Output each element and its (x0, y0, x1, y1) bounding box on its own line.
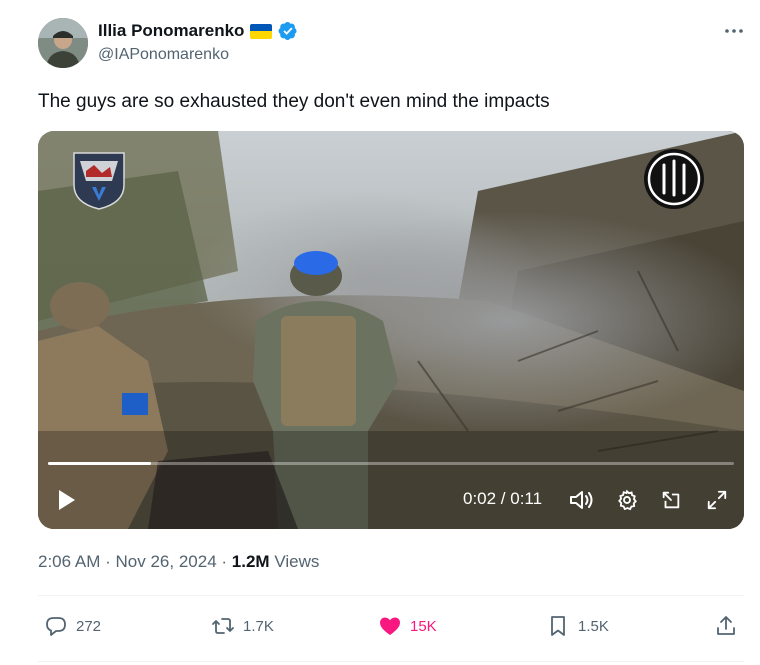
volume-button[interactable] (568, 485, 596, 515)
reply-button[interactable]: 272 (44, 612, 101, 640)
reply-count: 272 (76, 617, 102, 635)
play-icon (59, 490, 75, 510)
tweet-text: The guys are so exhausted they don't eve… (38, 91, 550, 112)
author-handle[interactable]: @IAPonomarenko (98, 46, 229, 64)
repost-button[interactable]: 1.7K (211, 612, 274, 640)
fullscreen-icon (707, 490, 727, 510)
author-name-row: Illia Ponomarenko (98, 20, 298, 42)
heart-filled-icon (380, 617, 400, 635)
share-icon (717, 616, 735, 635)
tweet-time[interactable]: 2:06 AM (38, 552, 100, 571)
repost-count: 1.7K (243, 617, 274, 635)
reply-icon (46, 617, 66, 636)
meta-separator: · (221, 552, 228, 571)
tweet-meta: 2:06 AM · Nov 26, 2024 · 1.2M Views (38, 552, 319, 572)
views-count: 1.2M (231, 552, 270, 571)
divider (38, 661, 744, 662)
video-time: 0:02 / 0:11 (463, 489, 543, 508)
author-display-name[interactable]: Illia Ponomarenko (98, 21, 244, 41)
settings-button[interactable] (614, 485, 640, 515)
more-options-button[interactable] (720, 20, 748, 42)
like-button[interactable]: 15K (378, 612, 437, 640)
tweet: Illia Ponomarenko @IAPonomarenko The guy… (0, 0, 760, 665)
meta-separator: · (105, 552, 111, 571)
video-progress-bar[interactable] (48, 462, 734, 465)
views-label: Views (274, 552, 320, 571)
fullscreen-button[interactable] (704, 485, 730, 515)
gear-icon (618, 489, 637, 511)
verified-badge-icon (278, 22, 297, 40)
picture-in-picture-button[interactable] (658, 485, 684, 515)
bookmark-count: 1.5K (578, 617, 609, 635)
tweet-date[interactable]: Nov 26, 2024 (116, 552, 217, 571)
more-dots-icon (725, 29, 743, 33)
divider (38, 595, 744, 596)
like-count: 15K (410, 617, 437, 635)
bookmark-button[interactable]: 1.5K (546, 612, 609, 640)
volume-icon (570, 491, 593, 509)
avatar[interactable] (38, 18, 88, 68)
repost-icon (212, 618, 234, 634)
ukraine-flag-icon (250, 23, 273, 39)
bookmark-icon (551, 616, 565, 636)
video-controls: 0:02 / 0:11 (38, 481, 744, 521)
pip-icon (662, 491, 680, 509)
video-player[interactable]: 0:02 / 0:11 (38, 131, 744, 529)
channel-logo (644, 149, 704, 209)
share-button[interactable] (714, 612, 738, 640)
video-progress-fill (48, 462, 151, 465)
unit-shield-logo (73, 152, 125, 210)
video-frame (38, 131, 744, 529)
play-button[interactable] (54, 485, 80, 515)
